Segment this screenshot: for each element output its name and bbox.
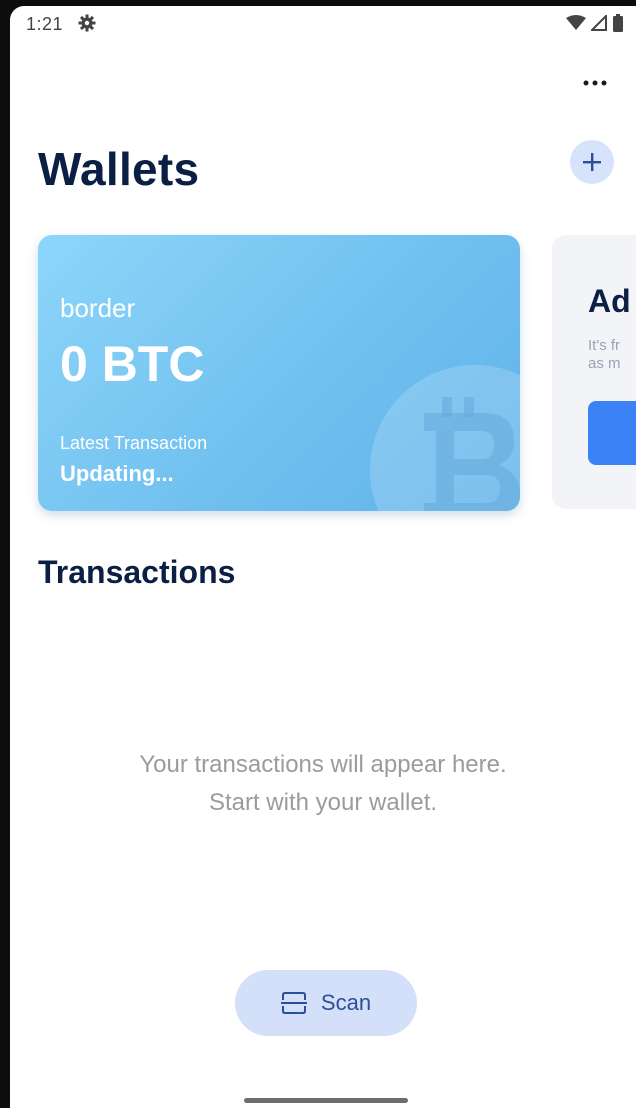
- more-horizontal-icon: [583, 80, 607, 86]
- empty-state-line-1: Your transactions will appear here.: [139, 751, 507, 778]
- add-wallet-card-title: Ad: [588, 283, 631, 319]
- bitcoin-icon: [424, 397, 520, 511]
- empty-state-line-2: Start with your wallet.: [208, 789, 438, 816]
- signal-icon: [589, 13, 607, 36]
- wifi-icon: [566, 15, 586, 36]
- add-wallet-card[interactable]: Ad It's fr as m: [552, 235, 636, 509]
- status-icons: [566, 13, 624, 37]
- status-bar: 1:21: [10, 6, 636, 42]
- latest-transaction-value: Updating...: [60, 461, 174, 486]
- wallet-balance: 0 BTC: [60, 336, 205, 392]
- add-wallet-card-description: It's fr as m: [588, 337, 621, 372]
- status-time: 1:21: [26, 14, 64, 34]
- scan-label: Scan: [320, 990, 372, 1015]
- plus-icon: [583, 153, 601, 171]
- latest-transaction-label: Latest Transaction: [60, 433, 208, 453]
- more-options-button[interactable]: [580, 68, 610, 98]
- transactions-title: Transactions: [38, 554, 236, 590]
- app-screen: 1:21 Wallets border 0 BTC Latest Transac…: [10, 6, 636, 1108]
- bitcoin-watermark: [370, 365, 520, 511]
- add-wallet-button[interactable]: [570, 140, 614, 184]
- scan-icon: [280, 992, 307, 1014]
- settings-gear-icon: [78, 14, 96, 32]
- scan-button[interactable]: Scan: [235, 970, 417, 1036]
- home-indicator[interactable]: [244, 1098, 408, 1103]
- add-wallet-card-button[interactable]: [588, 401, 636, 465]
- page-title: Wallets: [38, 143, 200, 195]
- wallet-name: border: [60, 293, 136, 323]
- wallet-card[interactable]: border 0 BTC Latest Transaction Updating…: [38, 235, 520, 511]
- battery-icon: [612, 14, 624, 37]
- transactions-empty-state: Your transactions will appear here. Star…: [10, 746, 636, 822]
